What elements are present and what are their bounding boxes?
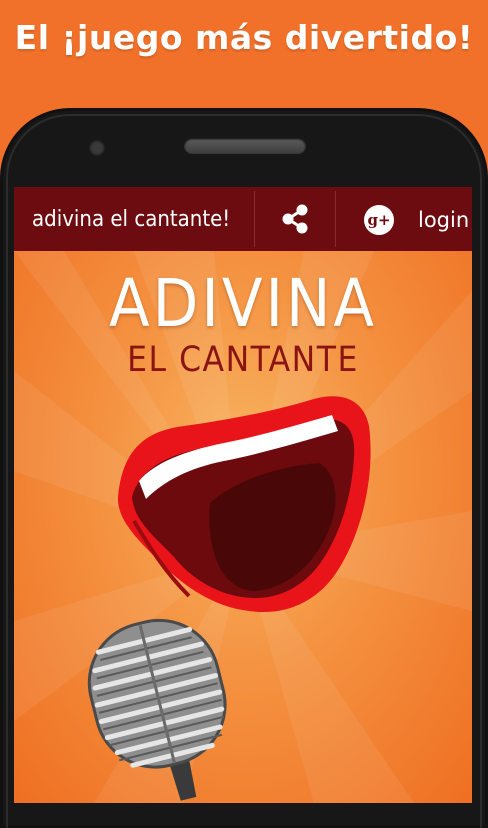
logo-title: ADIVINA	[109, 265, 377, 342]
login-button[interactable]: g+ login	[335, 187, 472, 251]
microphone-icon	[87, 618, 227, 801]
share-icon	[282, 204, 308, 234]
app-title: adivina el cantante!	[32, 207, 231, 232]
splash-content: ADIVINA EL CANTANTE	[14, 251, 472, 803]
google-plus-icon: g+	[364, 205, 394, 235]
singing-mouth-microphone-illustration	[87, 396, 371, 801]
mouth-icon	[117, 396, 371, 613]
camera-icon	[89, 140, 105, 156]
login-label: login	[418, 208, 470, 232]
promo-headline: El ¡juego más divertido!	[14, 18, 474, 57]
share-button[interactable]	[255, 187, 335, 251]
speaker-grille	[184, 138, 306, 154]
app-toolbar: adivina el cantante! g+ login	[14, 187, 472, 251]
app-screen: adivina el cantante! g+ login ADIVINA EL…	[14, 187, 472, 803]
